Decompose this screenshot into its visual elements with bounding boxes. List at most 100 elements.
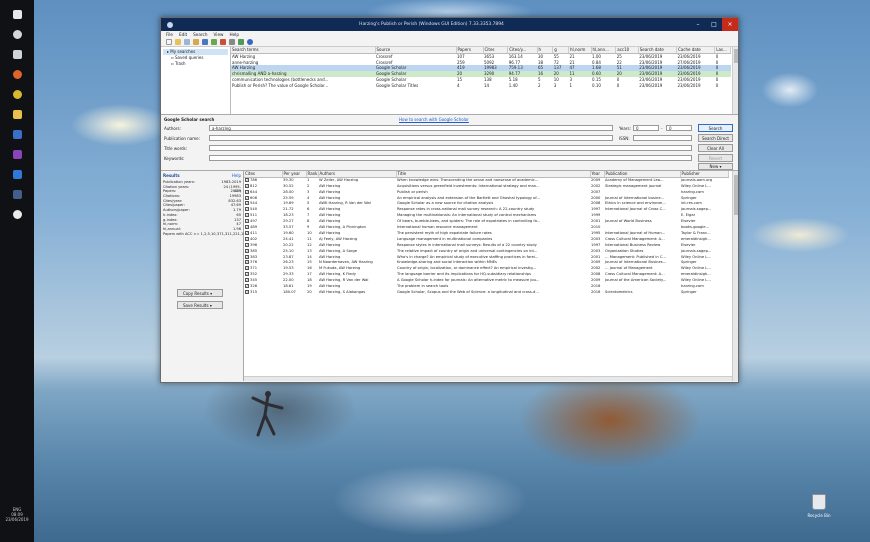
recycle-bin-icon[interactable] [812, 494, 826, 510]
paper-checkbox[interactable]: ✓ [245, 230, 249, 235]
paper-checkbox[interactable]: ✓ [245, 213, 249, 218]
new-icon[interactable] [166, 39, 172, 45]
paper-checkbox[interactable]: ✓ [245, 248, 249, 253]
years-label: Years: [619, 126, 631, 131]
help-icon[interactable] [247, 39, 253, 45]
paper-checkbox[interactable]: ✓ [245, 284, 249, 289]
menu-bar: File Edit Search View Help [161, 31, 738, 38]
paper-cell: ✓315 [244, 290, 282, 296]
paper-cites: 345 [250, 278, 258, 283]
paper-cites: 315 [250, 290, 258, 295]
query-cell: 2 [538, 82, 541, 88]
new-button[interactable]: New ▾ [698, 163, 733, 170]
paper-checkbox[interactable]: ✓ [245, 290, 249, 295]
paper-checkbox[interactable]: ✓ [245, 272, 249, 277]
paper-checkbox[interactable]: ✓ [245, 278, 249, 283]
menu-help[interactable]: Help [229, 32, 239, 37]
query-cell: 23/06/2019 [639, 82, 663, 88]
system-tray[interactable]: ENG 08:09 23/06/2019 [2, 507, 32, 522]
keywords-input[interactable] [209, 155, 692, 161]
revert-button[interactable]: Revert [698, 154, 733, 162]
paste-icon[interactable] [193, 39, 199, 45]
query-table: Search terms Source Papers Cites Cites/y... h… [231, 47, 731, 89]
properties-icon[interactable] [229, 39, 235, 45]
chrome-icon[interactable] [13, 90, 22, 99]
paper-checkbox[interactable]: ✓ [245, 219, 249, 224]
menu-search[interactable]: Search [193, 32, 207, 37]
search-button[interactable]: Search [698, 124, 733, 132]
task-view-icon[interactable] [13, 50, 22, 59]
app-icon[interactable] [13, 190, 22, 199]
paper-checkbox[interactable]: ✓ [245, 183, 249, 188]
paper-checkbox[interactable]: ✓ [245, 177, 249, 182]
paper-row[interactable]: ✓315 180.07 20 AW Harzing, S Alakangas Googl… [244, 290, 728, 296]
publish-or-perish-icon[interactable] [13, 210, 22, 219]
paper-checkbox[interactable]: ✓ [245, 254, 249, 259]
title-words-input[interactable] [209, 145, 692, 151]
search-help-link[interactable]: How to search with Google Scholar [399, 117, 469, 122]
paper-cites: 411 [250, 230, 258, 235]
tree-item-trash[interactable]: ▫ Trash [163, 61, 228, 67]
publication-input[interactable] [209, 135, 613, 141]
issn-input[interactable] [633, 135, 692, 141]
copy-icon[interactable] [184, 39, 190, 45]
paper-checkbox[interactable]: ✓ [245, 225, 249, 230]
paper-checkbox[interactable]: ✓ [245, 260, 249, 265]
papers-scrollbar[interactable] [732, 171, 738, 381]
maximize-button[interactable]: □ [706, 18, 722, 31]
paper-checkbox[interactable]: ✓ [245, 195, 249, 200]
menu-view[interactable]: View [214, 32, 224, 37]
paper-checkbox[interactable]: ✓ [245, 207, 249, 212]
start-icon[interactable] [13, 10, 22, 19]
paper-checkbox[interactable]: ✓ [245, 242, 249, 247]
save-results-button[interactable]: Save Results ▾ [177, 301, 223, 309]
query-row[interactable]: Publish or Perish? The value of Google S… [231, 83, 731, 89]
clear-all-button[interactable]: Clear All [698, 144, 733, 152]
results-help-link[interactable]: Help [232, 173, 241, 180]
refresh-icon[interactable] [238, 39, 244, 45]
menu-edit[interactable]: Edit [179, 32, 187, 37]
firefox-icon[interactable] [13, 70, 22, 79]
papers-horizontal-scrollbar[interactable] [244, 376, 732, 381]
close-button[interactable]: × [722, 18, 738, 31]
copy-results-button[interactable]: Copy Results ▾ [177, 289, 223, 297]
paper-checkbox[interactable]: ✓ [245, 236, 249, 241]
paper-cites: 371 [250, 266, 258, 271]
metric-label: Papers with ACC >= 1,2,5,10,20: [163, 231, 217, 236]
authors-input[interactable]: a-harzing [209, 125, 613, 131]
search-panel: Google Scholar search How to search with… [161, 115, 738, 171]
search-icon[interactable] [13, 30, 22, 39]
issn-label: ISSN: [619, 136, 630, 141]
delete-icon[interactable] [220, 39, 226, 45]
paper-cell: 2016 [591, 290, 601, 295]
query-cell: 1.40 [508, 82, 518, 88]
outlook-icon[interactable] [13, 170, 22, 179]
query-cell: 4 [457, 82, 460, 88]
query-scrollbar[interactable] [732, 47, 738, 114]
paper-cites: 396 [250, 242, 258, 247]
search-panel-title: Google Scholar search [164, 117, 215, 122]
metrics-list: Publication years: 1983-2019 Citation year… [163, 180, 254, 236]
paper-cell: Springer [681, 290, 697, 295]
paper-cites: 497 [250, 219, 258, 224]
top-pane: ▸ My searches ▫ Saved queries ▫ Trash Se… [161, 47, 738, 115]
paper-checkbox[interactable]: ✓ [245, 266, 249, 271]
explorer-icon[interactable] [13, 110, 22, 119]
save-icon[interactable] [202, 39, 208, 45]
paper-checkbox[interactable]: ✓ [245, 189, 249, 194]
onenote-icon[interactable] [13, 150, 22, 159]
query-cell: 14 [484, 82, 490, 88]
word-icon[interactable] [13, 130, 22, 139]
export-icon[interactable] [211, 39, 217, 45]
folder-icon[interactable] [175, 39, 181, 45]
title-bar[interactable]: Harzing's Publish or Perish (Windows GUI… [161, 18, 738, 31]
papers-column-header[interactable]: Rank [306, 171, 319, 178]
minimize-button[interactable]: – [690, 18, 706, 31]
query-cell: 1 [569, 82, 573, 88]
paper-checkbox[interactable]: ✓ [245, 201, 249, 206]
search-direct-button[interactable]: Search Direct [698, 134, 733, 142]
years-separator: - [661, 126, 663, 131]
years-to-input[interactable]: 0 [666, 125, 692, 131]
menu-file[interactable]: File [166, 32, 173, 37]
years-from-input[interactable]: 0 [633, 125, 659, 131]
